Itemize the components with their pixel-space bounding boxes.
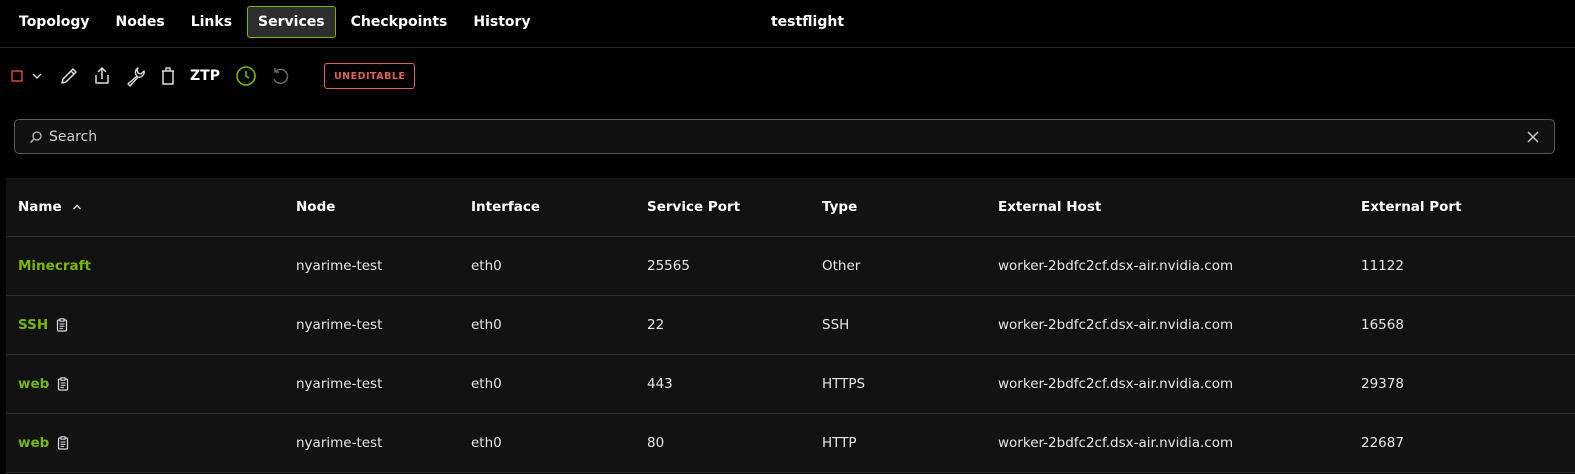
- undo-button[interactable]: [269, 65, 291, 87]
- node-cell: nyarime-test: [296, 435, 383, 451]
- ztp-button[interactable]: ZTP: [190, 68, 220, 84]
- pencil-icon: [61, 68, 77, 84]
- search-input[interactable]: [49, 128, 1526, 145]
- clear-search-button[interactable]: [1526, 130, 1540, 144]
- table-row: Minecraft nyarime-test eth0 25565 Other …: [6, 237, 1575, 296]
- service-name-cell: web: [18, 355, 69, 413]
- external-host-cell: worker-2bdfc2cf.dsx-air.nvidia.com: [998, 435, 1234, 451]
- undo-icon: [273, 68, 289, 85]
- service-name-cell: Minecraft: [18, 237, 91, 295]
- type-cell: Other: [822, 258, 861, 274]
- delete-button[interactable]: [157, 65, 179, 87]
- node-cell: nyarime-test: [296, 376, 383, 392]
- simulation-title: testflight: [770, 14, 845, 30]
- uneditable-badge: UNEDITABLE: [323, 63, 416, 89]
- stop-options-dropdown[interactable]: [30, 69, 44, 83]
- interface-cell: eth0: [471, 317, 502, 333]
- copy-command-button[interactable]: [57, 377, 69, 391]
- service-name-link[interactable]: SSH: [18, 317, 48, 333]
- column-header-interface[interactable]: Interface: [471, 178, 540, 236]
- service-name-link[interactable]: web: [18, 376, 49, 392]
- wrench-icon: [127, 67, 145, 87]
- node-cell: nyarime-test: [296, 258, 383, 274]
- type-cell: HTTPS: [822, 376, 866, 392]
- service-port-cell: 443: [647, 376, 673, 392]
- service-port-cell: 22: [647, 317, 665, 333]
- toolbar: ZTP UNEDITABLE: [10, 60, 416, 92]
- table-row: SSH nyarime-test eth0 22 SSH worker-2bdf…: [6, 296, 1575, 355]
- service-name-link[interactable]: Minecraft: [18, 258, 91, 274]
- sort-ascending-icon[interactable]: [72, 202, 82, 212]
- column-header-external-host[interactable]: External Host: [998, 178, 1101, 236]
- close-icon: [1527, 131, 1539, 142]
- copy-command-button[interactable]: [56, 318, 68, 332]
- external-port-cell: 16568: [1361, 317, 1404, 333]
- table-header: Name Node Interface Service Port Type Ex…: [6, 178, 1575, 237]
- share-button[interactable]: [91, 65, 113, 87]
- interface-cell: eth0: [471, 258, 502, 274]
- type-cell: SSH: [822, 317, 850, 333]
- clipboard-icon: [58, 436, 69, 450]
- search-bar: [14, 119, 1555, 154]
- external-port-cell: 22687: [1361, 435, 1404, 451]
- share-icon: [95, 67, 109, 84]
- interface-cell: eth0: [471, 376, 502, 392]
- copy-command-button[interactable]: [57, 436, 69, 450]
- table-row: web nyarime-test eth0 443 HTTPS worker-2…: [6, 355, 1575, 414]
- trash-icon: [162, 67, 174, 85]
- column-header-service-port[interactable]: Service Port: [647, 178, 740, 236]
- type-cell: HTTP: [822, 435, 857, 451]
- top-nav-bar: Topology Nodes Links Services Checkpoint…: [0, 0, 1575, 48]
- column-header-external-port[interactable]: External Port: [1361, 178, 1462, 236]
- column-header-name[interactable]: Name: [18, 178, 82, 236]
- column-header-label: Name: [18, 199, 62, 215]
- service-name-cell: SSH: [18, 296, 68, 354]
- column-header-node[interactable]: Node: [296, 178, 335, 236]
- external-host-cell: worker-2bdfc2cf.dsx-air.nvidia.com: [998, 376, 1234, 392]
- services-table: Name Node Interface Service Port Type Ex…: [6, 178, 1575, 473]
- clock-icon: [236, 66, 256, 86]
- external-host-cell: worker-2bdfc2cf.dsx-air.nvidia.com: [998, 258, 1234, 274]
- external-port-cell: 29378: [1361, 376, 1404, 392]
- service-name-link[interactable]: web: [18, 435, 49, 451]
- external-port-cell: 11122: [1361, 258, 1404, 274]
- chevron-down-icon: [32, 73, 42, 79]
- service-name-cell: web: [18, 414, 69, 472]
- node-cell: nyarime-test: [296, 317, 383, 333]
- search-icon: [29, 130, 43, 144]
- clipboard-icon: [58, 377, 69, 391]
- external-host-cell: worker-2bdfc2cf.dsx-air.nvidia.com: [998, 317, 1234, 333]
- service-port-cell: 25565: [647, 258, 690, 274]
- stop-icon: [11, 70, 23, 82]
- column-header-type[interactable]: Type: [822, 178, 857, 236]
- history-clock-button[interactable]: [234, 64, 258, 88]
- interface-cell: eth0: [471, 435, 502, 451]
- table-row: web nyarime-test eth0 80 HTTP worker-2bd…: [6, 414, 1575, 473]
- services-settings-button[interactable]: [124, 65, 146, 87]
- service-port-cell: 80: [647, 435, 665, 451]
- edit-button[interactable]: [58, 65, 80, 87]
- stop-button[interactable]: [10, 69, 24, 83]
- clipboard-icon: [57, 318, 68, 332]
